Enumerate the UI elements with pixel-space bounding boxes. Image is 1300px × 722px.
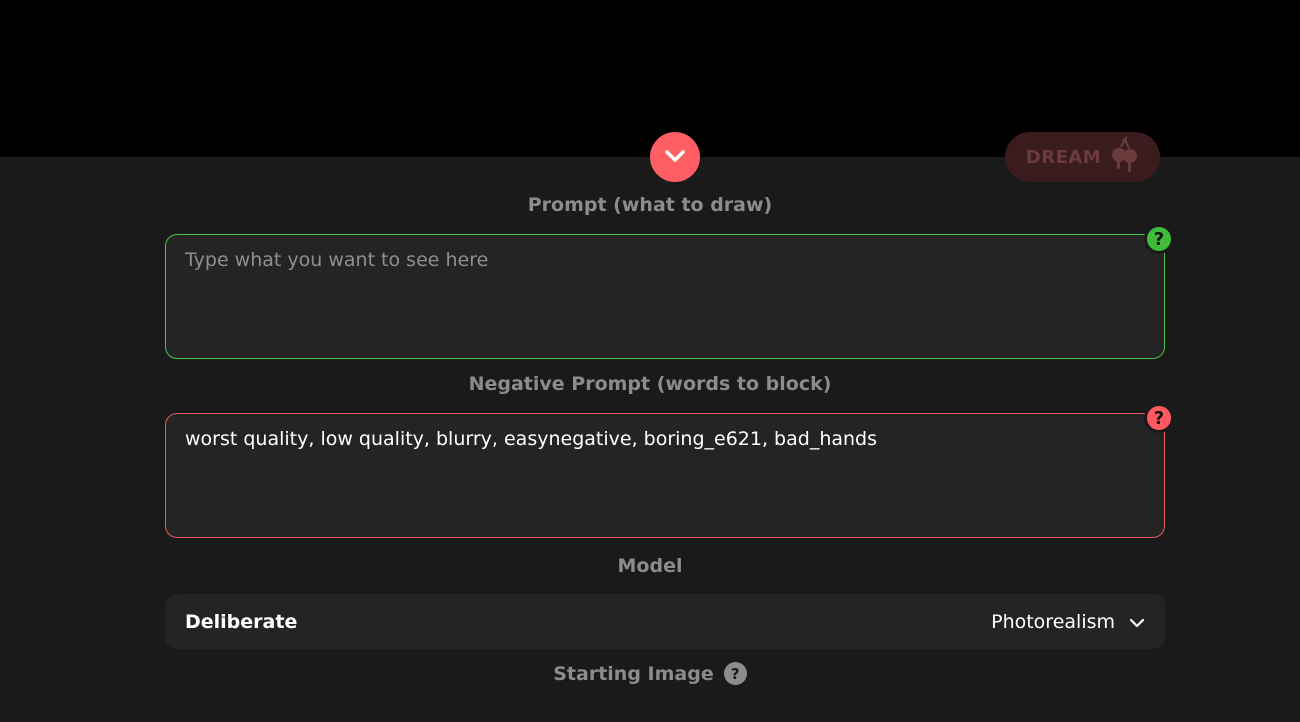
prompt-input[interactable]: Type what you want to see here <box>165 234 1165 359</box>
negative-prompt-label: Negative Prompt (words to block) <box>468 373 832 395</box>
collapse-button[interactable] <box>650 132 700 182</box>
negative-prompt-input[interactable]: worst quality, low quality, blurry, easy… <box>165 413 1165 538</box>
starting-image-header: Starting Image ? <box>0 662 1300 685</box>
cherry-icon <box>1109 135 1139 179</box>
negative-prompt-value: worst quality, low quality, blurry, easy… <box>185 428 878 450</box>
prompt-help-icon[interactable]: ? <box>1144 224 1174 254</box>
chevron-down-icon <box>1129 611 1145 633</box>
model-category-group: Photorealism <box>991 611 1145 633</box>
model-select[interactable]: Deliberate Photorealism <box>165 594 1165 649</box>
dream-button-label: DREAM <box>1025 146 1102 168</box>
dream-button[interactable]: DREAM <box>1005 132 1160 182</box>
starting-image-help-icon[interactable]: ? <box>723 662 747 685</box>
chevron-down-icon <box>664 148 686 167</box>
negative-prompt-help-icon[interactable]: ? <box>1144 403 1174 433</box>
starting-image-label: Starting Image <box>553 662 714 685</box>
model-label: Model <box>617 555 683 577</box>
prompt-placeholder: Type what you want to see here <box>185 249 489 271</box>
model-category: Photorealism <box>991 610 1115 633</box>
model-name: Deliberate <box>185 610 298 633</box>
prompt-label: Prompt (what to draw) <box>527 194 773 216</box>
